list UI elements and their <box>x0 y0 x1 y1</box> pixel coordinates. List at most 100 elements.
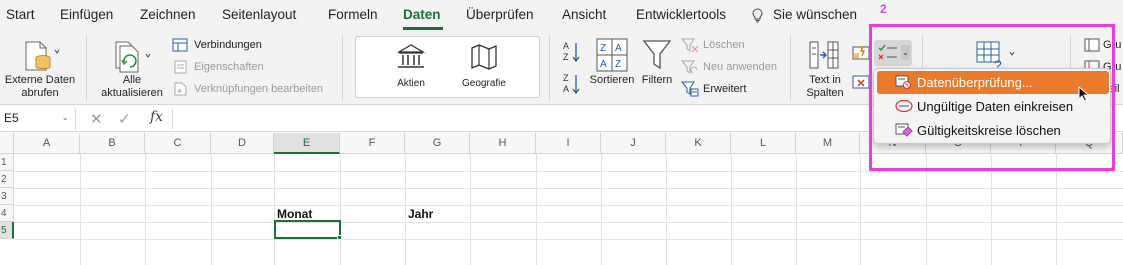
gridline <box>80 154 81 265</box>
name-box-value: E5 <box>4 111 19 125</box>
column-header[interactable]: H <box>470 133 536 154</box>
column-header[interactable]: F <box>340 133 405 154</box>
reapply-label: Neu anwenden <box>703 61 778 73</box>
cell-e4[interactable]: Monat <box>277 207 312 221</box>
connections-label: Verbindungen <box>194 39 262 51</box>
column-header[interactable]: A <box>14 133 80 154</box>
column-header[interactable]: C <box>145 133 211 154</box>
text-to-columns-label-2: Spalten <box>806 87 844 99</box>
column-header[interactable]: B <box>80 133 145 154</box>
advanced-label: Erweitert <box>703 83 747 95</box>
text-to-columns-label-1: Text in <box>809 74 841 86</box>
fill-handle[interactable] <box>337 235 342 240</box>
tab-daten[interactable]: Daten <box>403 7 441 22</box>
sort-descending-icon[interactable]: Z A <box>562 72 582 96</box>
column-header[interactable]: E <box>274 133 340 154</box>
reapply-icon <box>681 60 698 74</box>
tab-einfuegen[interactable]: Einfügen <box>60 7 113 22</box>
gridline <box>601 154 602 265</box>
column-header[interactable]: G <box>405 133 470 154</box>
enter-icon[interactable]: ✓ <box>118 110 131 128</box>
advanced-filter-icon <box>681 81 699 97</box>
remove-duplicates-icon[interactable] <box>852 74 870 90</box>
sort-label: Sortieren <box>589 74 635 86</box>
refresh-all-label-2: aktualisieren <box>101 87 163 99</box>
svg-text:A: A <box>615 43 622 54</box>
ribbon-separator <box>790 35 791 101</box>
selected-cell-e5[interactable] <box>274 220 341 239</box>
select-all-corner[interactable] <box>0 133 14 154</box>
column-header[interactable]: K <box>666 133 731 154</box>
row-header[interactable]: 4 <box>0 205 14 222</box>
gridline <box>470 154 471 265</box>
external-data-icon <box>25 41 60 71</box>
row-header[interactable]: 1 <box>0 154 14 171</box>
lightbulb-icon <box>752 8 763 23</box>
tab-ansicht[interactable]: Ansicht <box>562 7 606 22</box>
external-data-label-1: Externe Daten <box>4 74 76 86</box>
geography-label: Geografie <box>462 78 506 89</box>
gridline <box>274 154 275 265</box>
gridline <box>14 222 1123 223</box>
gridline <box>796 154 797 265</box>
clear-label: Löschen <box>703 39 745 51</box>
column-header[interactable]: D <box>211 133 274 154</box>
filter-label: Filtern <box>641 74 673 86</box>
column-header[interactable]: I <box>536 133 601 154</box>
sort-dialog-icon: Z A A Z <box>596 38 628 72</box>
column-header[interactable]: L <box>731 133 796 154</box>
tab-start[interactable]: Start <box>6 7 35 22</box>
svg-text:A: A <box>563 41 569 51</box>
ribbon-separator <box>86 35 87 101</box>
gridline <box>340 154 341 265</box>
gridline <box>536 154 537 265</box>
gridline <box>666 154 667 265</box>
ribbon-separator <box>342 35 343 101</box>
tab-formeln[interactable]: Formeln <box>328 7 378 22</box>
step-number: 2 <box>880 2 887 16</box>
map-icon <box>471 44 497 70</box>
name-box-dropdown-icon[interactable]: ⌄ <box>61 112 69 123</box>
gridline <box>860 154 861 265</box>
gridline <box>731 154 732 265</box>
gridline <box>211 154 212 265</box>
connections-icon <box>172 38 188 52</box>
row-header[interactable]: 3 <box>0 188 14 205</box>
tell-me-search[interactable]: Sie wünschen <box>773 7 857 22</box>
row-header[interactable]: 2 <box>0 171 14 188</box>
flash-fill-icon[interactable] <box>852 44 870 60</box>
properties-label: Eigenschaften <box>194 61 264 73</box>
tab-zeichnen[interactable]: Zeichnen <box>140 7 196 22</box>
stocks-label: Aktien <box>397 78 425 89</box>
stocks-icon <box>396 44 426 68</box>
svg-text:Z: Z <box>615 59 621 70</box>
column-header[interactable]: J <box>601 133 666 154</box>
text-to-columns-icon <box>809 41 839 69</box>
tab-seitenlayout[interactable]: Seitenlayout <box>222 7 296 22</box>
gridline <box>405 154 406 265</box>
svg-text:Z: Z <box>563 73 569 83</box>
tab-entwicklertools[interactable]: Entwicklertools <box>636 7 726 22</box>
gridline <box>14 188 1123 189</box>
row-header[interactable]: 5 <box>0 222 14 239</box>
insert-function-icon[interactable]: fx <box>150 109 163 125</box>
svg-text:A: A <box>600 59 607 70</box>
gridline <box>145 154 146 265</box>
formula-input[interactable] <box>178 108 858 130</box>
data-types-gallery: Aktien Geografie <box>355 36 540 98</box>
cell-g4[interactable]: Jahr <box>408 207 433 221</box>
refresh-all-icon <box>115 41 151 73</box>
filter-icon <box>642 40 672 70</box>
svg-text:A: A <box>563 84 569 94</box>
column-header[interactable]: M <box>796 133 860 154</box>
svg-text:Z: Z <box>600 43 606 54</box>
gridline <box>14 205 1123 206</box>
gridline <box>14 239 1123 240</box>
name-box[interactable]: E5 ⌄ <box>0 108 76 130</box>
sort-ascending-icon[interactable]: A Z <box>562 40 582 64</box>
tab-ueberpruefen[interactable]: Überprüfen <box>466 7 534 22</box>
cancel-icon[interactable]: ✕ <box>90 110 103 128</box>
edit-links-label: Verknüpfungen bearbeiten <box>194 83 324 95</box>
external-data-label-2: abrufen <box>21 87 59 99</box>
formula-divider <box>172 109 173 129</box>
